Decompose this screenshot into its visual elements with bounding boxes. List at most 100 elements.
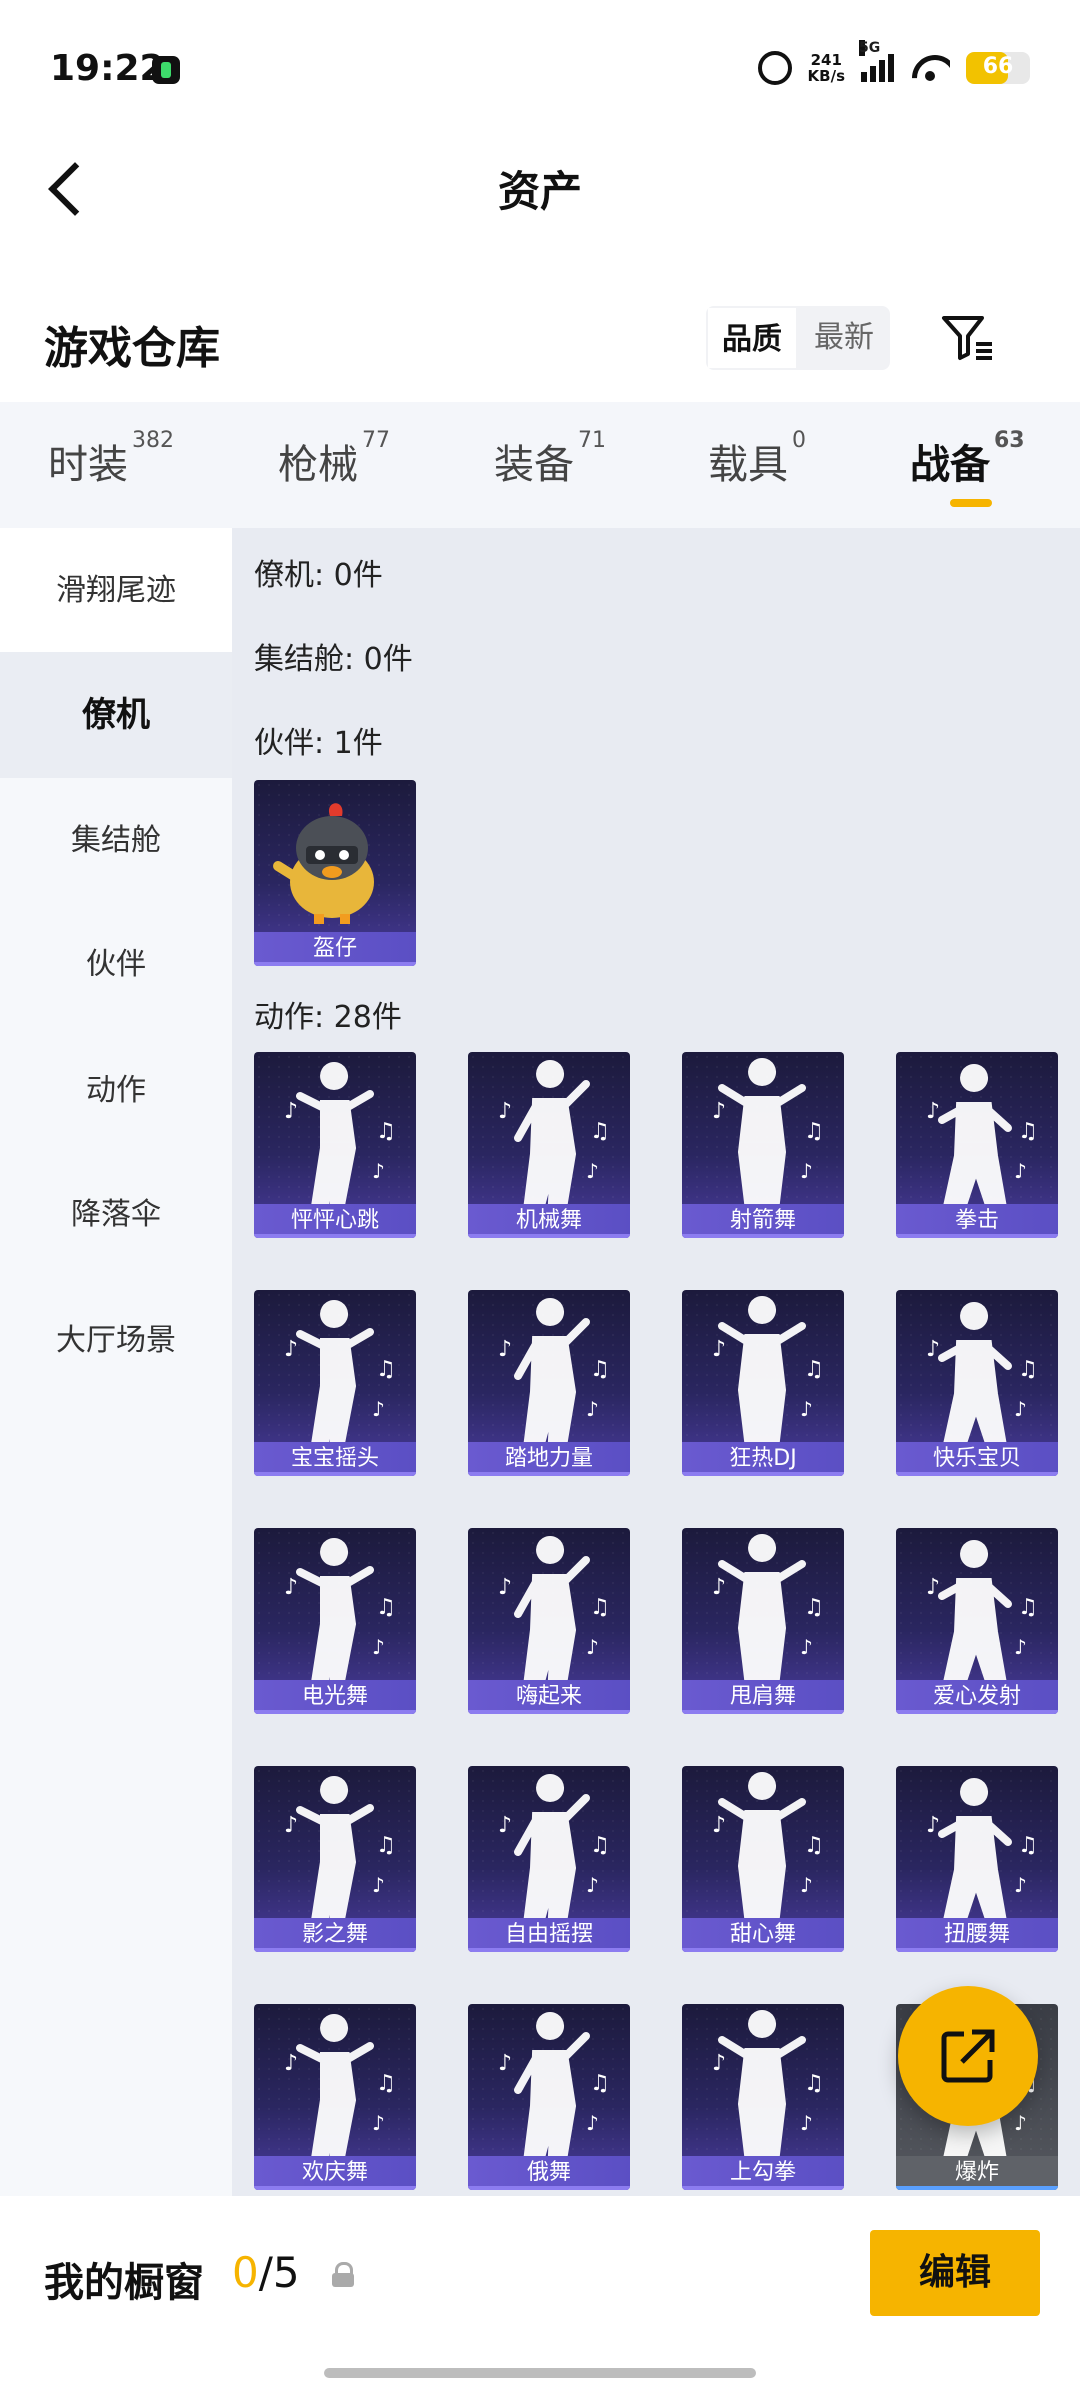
- sort-newest-button[interactable]: 最新: [798, 306, 890, 370]
- signal-icon: 5G: [859, 40, 894, 82]
- home-indicator[interactable]: [324, 2368, 756, 2378]
- tab-fashion[interactable]: 时装382: [48, 428, 174, 490]
- wifi-icon: [910, 53, 950, 83]
- emote-card[interactable]: ♪ ♫ ♪ 机械舞: [468, 1052, 630, 1238]
- svg-text:♪: ♪: [498, 1099, 512, 1124]
- showcase-count: 0/5: [232, 2248, 300, 2297]
- side-menu: 滑翔尾迹 僚机 集结舱 伙伴 动作 降落伞 大厅场景: [0, 528, 232, 2196]
- side-item-wingman[interactable]: 僚机: [0, 652, 232, 778]
- dancer-icon: ♪ ♫ ♪: [284, 1062, 396, 1204]
- svg-text:♪: ♪: [1014, 1635, 1027, 1659]
- svg-text:♪: ♪: [800, 2111, 813, 2135]
- svg-text:♪: ♪: [372, 1635, 385, 1659]
- side-item-partner[interactable]: 伙伴: [0, 902, 232, 1028]
- svg-text:♪: ♪: [498, 2051, 512, 2076]
- svg-text:♪: ♪: [372, 1159, 385, 1183]
- emote-card[interactable]: ♪ ♫ ♪ 射箭舞: [682, 1052, 844, 1238]
- emote-name: 踏地力量: [504, 1446, 593, 1471]
- emote-card[interactable]: ♪ ♫ ♪ 踏地力量: [468, 1290, 630, 1476]
- chick-helmet-icon: [273, 803, 374, 924]
- net-speed: 241 KB/s: [808, 52, 845, 84]
- battery-icon: 66: [966, 52, 1030, 84]
- page-title: 资产: [497, 167, 582, 216]
- side-item-glide-trail[interactable]: 滑翔尾迹: [0, 528, 232, 654]
- emote-card[interactable]: ♪ ♫ ♪ 甜心舞: [682, 1766, 844, 1952]
- dancer-icon: ♪ ♫ ♪: [284, 1776, 396, 1918]
- status-bar: 19:22 241 KB/s 5G 66: [0, 0, 1080, 140]
- svg-text:♪: ♪: [800, 1873, 813, 1897]
- svg-text:♫: ♫: [804, 1833, 824, 1858]
- tab-label: 战备: [910, 442, 990, 488]
- side-item-parachute[interactable]: 降落伞: [0, 1152, 232, 1278]
- svg-text:♪: ♪: [712, 2051, 726, 2076]
- tab-combat-gear[interactable]: 战备63: [910, 428, 1025, 490]
- filter-icon[interactable]: [940, 312, 996, 364]
- dancer-icon: ♪ ♫ ♪: [712, 1534, 824, 1682]
- emote-card[interactable]: ♪ ♫ ♪ 欢庆舞: [254, 2004, 416, 2190]
- emote-name: 机械舞: [515, 1208, 582, 1233]
- svg-text:♪: ♪: [712, 1099, 726, 1124]
- emote-card[interactable]: ♪ ♫ ♪ 嗨起来: [468, 1528, 630, 1714]
- emote-name: 拳击: [954, 1208, 999, 1233]
- lock-icon: [332, 2262, 354, 2288]
- dancer-icon: ♪ ♫ ♪: [712, 1058, 824, 1206]
- tab-label: 时装: [48, 442, 128, 488]
- svg-text:♪: ♪: [712, 1813, 726, 1838]
- svg-text:♪: ♪: [586, 1873, 599, 1897]
- dancer-icon: ♪ ♫ ♪: [284, 2014, 396, 2156]
- group-label-partner: 伙伴: 1件: [254, 726, 383, 761]
- emote-card[interactable]: ♪ ♫ ♪ 扭腰舞: [896, 1766, 1058, 1952]
- svg-text:♪: ♪: [712, 1337, 726, 1362]
- svg-text:♪: ♪: [926, 1099, 940, 1124]
- svg-text:♫: ♫: [804, 1595, 824, 1620]
- battery-level: 66: [982, 54, 1014, 79]
- side-item-emote[interactable]: 动作: [0, 1028, 232, 1154]
- active-tab-indicator: [950, 499, 992, 507]
- dancer-icon: ♪ ♫ ♪: [498, 1536, 610, 1682]
- svg-text:♪: ♪: [1014, 1873, 1027, 1897]
- emote-card[interactable]: ♪ ♫ ♪ 怦怦心跳: [254, 1052, 416, 1238]
- tab-vehicles[interactable]: 载具0: [708, 428, 806, 490]
- emote-name: 甩肩舞: [729, 1684, 796, 1709]
- emote-card[interactable]: ♪ ♫ ♪ 俄舞: [468, 2004, 630, 2190]
- emote-card[interactable]: ♪ ♫ ♪ 上勾拳: [682, 2004, 844, 2190]
- dancer-icon: ♪ ♫ ♪: [284, 1538, 396, 1680]
- svg-text:♪: ♪: [926, 1337, 940, 1362]
- emote-card[interactable]: ♪ ♫ ♪ 自由摇摆: [468, 1766, 630, 1952]
- emote-card[interactable]: ♪ ♫ ♪ 影之舞: [254, 1766, 416, 1952]
- tab-equipment[interactable]: 装备71: [494, 428, 606, 490]
- emote-card[interactable]: ♪ ♫ ♪ 宝宝摇头: [254, 1290, 416, 1476]
- dancer-icon: ♪ ♫ ♪: [712, 1296, 824, 1444]
- svg-text:♪: ♪: [284, 1575, 298, 1600]
- edit-button[interactable]: 编辑: [870, 2230, 1040, 2316]
- emote-card[interactable]: ♪ ♫ ♪ 电光舞: [254, 1528, 416, 1714]
- tab-guns[interactable]: 枪械77: [278, 428, 390, 490]
- dancer-icon: ♪ ♫ ♪: [498, 2012, 610, 2158]
- emote-name: 爆炸: [954, 2160, 999, 2185]
- item-card[interactable]: 盔仔: [254, 780, 416, 966]
- bottom-bar: 我的橱窗 0/5 编辑: [0, 2196, 1080, 2400]
- share-button[interactable]: [898, 1986, 1038, 2126]
- sort-quality-button[interactable]: 品质: [706, 306, 798, 370]
- showcase-total: /5: [258, 2248, 300, 2297]
- dancer-icon: ♪ ♫ ♪: [926, 1302, 1038, 1444]
- svg-text:♪: ♪: [498, 1337, 512, 1362]
- svg-text:♪: ♪: [586, 1397, 599, 1421]
- svg-text:♪: ♪: [800, 1635, 813, 1659]
- dancer-icon: ♪ ♫ ♪: [712, 1772, 824, 1920]
- emote-card[interactable]: ♪ ♫ ♪ 狂热DJ: [682, 1290, 844, 1476]
- emote-card[interactable]: ♪ ♫ ♪ 爱心发射: [896, 1528, 1058, 1714]
- emote-card[interactable]: ♪ ♫ ♪ 甩肩舞: [682, 1528, 844, 1714]
- side-item-lobby-scene[interactable]: 大厅场景: [0, 1278, 232, 1404]
- svg-text:♪: ♪: [926, 1575, 940, 1600]
- svg-text:♫: ♫: [590, 1833, 610, 1858]
- side-item-rally-pod[interactable]: 集结舱: [0, 778, 232, 904]
- svg-text:♫: ♫: [804, 1119, 824, 1144]
- emote-card[interactable]: ♪ ♫ ♪ 快乐宝贝: [896, 1290, 1058, 1476]
- dancer-icon: ♪ ♫ ♪: [926, 1540, 1038, 1682]
- app-icon: [152, 56, 180, 84]
- emote-card[interactable]: ♪ ♫ ♪ 拳击: [896, 1052, 1058, 1238]
- dancer-icon: ♪ ♫ ♪: [498, 1060, 610, 1206]
- emote-name: 爱心发射: [932, 1684, 1021, 1709]
- emote-name: 甜心舞: [729, 1922, 796, 1947]
